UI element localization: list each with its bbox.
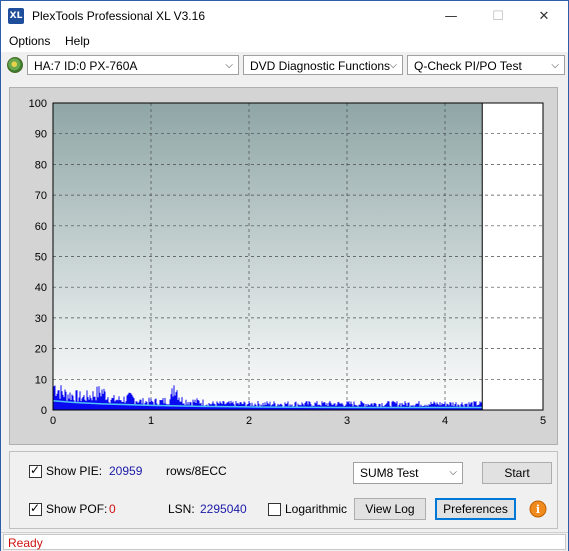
status-text: Ready — [8, 536, 43, 550]
status-bar: Ready — [1, 532, 568, 551]
drive-select-value: HA:7 ID:0 PX-760A — [34, 59, 138, 73]
y-tick-label: 60 — [35, 221, 47, 233]
x-tick-label: 1 — [148, 415, 154, 427]
disc-drive-icon — [7, 57, 23, 73]
y-tick-label: 50 — [35, 252, 47, 264]
pie-value: 20959 — [109, 464, 143, 478]
info-button[interactable]: i — [527, 498, 549, 520]
lsn-label: LSN: — [168, 502, 195, 516]
logarithmic-label: Logarithmic — [285, 502, 348, 516]
logarithmic-checkbox[interactable] — [268, 503, 281, 516]
function-select[interactable]: DVD Diagnostic Functions ⌵ — [243, 55, 403, 75]
menu-help-label: Help — [65, 34, 90, 48]
menu-bar: Options Help — [1, 31, 568, 52]
x-tick-label: 0 — [50, 415, 56, 427]
x-tick-label: 4 — [442, 415, 448, 427]
start-button[interactable]: Start — [482, 462, 552, 484]
info-icon: i — [529, 500, 547, 518]
pof-value: 0 — [109, 502, 116, 516]
menu-help[interactable]: Help — [65, 34, 90, 48]
window-title: PlexTools Professional XL V3.16 — [32, 9, 205, 23]
show-pie-label: Show PIE: — [46, 464, 103, 478]
y-tick-label: 0 — [41, 405, 47, 417]
test-select-value: Q-Check PI/PO Test — [414, 59, 522, 73]
x-tick-label: 5 — [540, 415, 546, 427]
y-tick-label: 30 — [35, 313, 47, 325]
show-pie-checkbox[interactable] — [29, 463, 42, 478]
status-field: Ready — [3, 534, 566, 550]
chevron-down-icon: ⌵ — [551, 60, 559, 71]
menu-options-label: Options — [9, 34, 51, 48]
y-tick-label: 70 — [35, 190, 47, 202]
y-tick-label: 40 — [35, 282, 47, 294]
pie-unit: rows/8ECC — [166, 464, 227, 478]
app-window: XL PlexTools Professional XL V3.16 — ☐ ✕… — [0, 0, 569, 551]
view-log-button[interactable]: View Log — [354, 498, 426, 520]
show-pof-label: Show POF: — [46, 502, 108, 516]
control-panel: Show PIE: 20959 rows/8ECC SUM8 Test ⌵ St… — [9, 451, 558, 529]
chevron-down-icon: ⌵ — [389, 60, 397, 71]
maximize-button[interactable]: ☐ — [475, 1, 521, 31]
toolbar: HA:7 ID:0 PX-760A ⌵ DVD Diagnostic Funct… — [1, 52, 568, 80]
sum8-test-value: SUM8 Test — [360, 466, 419, 480]
chart-panel: 0 1 2 3 4 5 0 10 20 30 40 50 60 70 80 90 100 — [9, 87, 558, 445]
menu-options[interactable]: Options — [9, 34, 50, 48]
app-logo-icon: XL — [8, 8, 24, 24]
y-tick-label: 20 — [35, 344, 47, 356]
y-tick-label: 10 — [35, 374, 47, 386]
close-button[interactable]: ✕ — [521, 1, 567, 31]
chevron-down-icon: ⌵ — [225, 60, 233, 71]
drive-select[interactable]: HA:7 ID:0 PX-760A ⌵ — [27, 55, 239, 75]
show-pof-checkbox[interactable] — [29, 501, 42, 516]
info-icon-glyph: i — [536, 503, 540, 516]
test-select[interactable]: Q-Check PI/PO Test ⌵ — [407, 55, 565, 75]
lsn-value: 2295040 — [200, 502, 247, 516]
preferences-button[interactable]: Preferences — [435, 498, 516, 520]
x-tick-label: 2 — [246, 415, 252, 427]
y-tick-label: 100 — [29, 98, 47, 110]
function-select-value: DVD Diagnostic Functions — [250, 59, 391, 73]
sum8-test-select[interactable]: SUM8 Test ⌵ — [353, 462, 463, 484]
y-tick-label: 90 — [35, 129, 47, 141]
plot-area — [53, 103, 483, 410]
minimize-button[interactable]: — — [428, 1, 474, 31]
y-tick-label: 80 — [35, 159, 47, 171]
pi-po-chart: 0 1 2 3 4 50102030405060708090100 — [29, 98, 546, 427]
chevron-down-icon: ⌵ — [449, 467, 457, 478]
x-tick-label: 3 — [344, 415, 350, 427]
title-bar: XL PlexTools Professional XL V3.16 — ☐ ✕ — [1, 1, 568, 31]
